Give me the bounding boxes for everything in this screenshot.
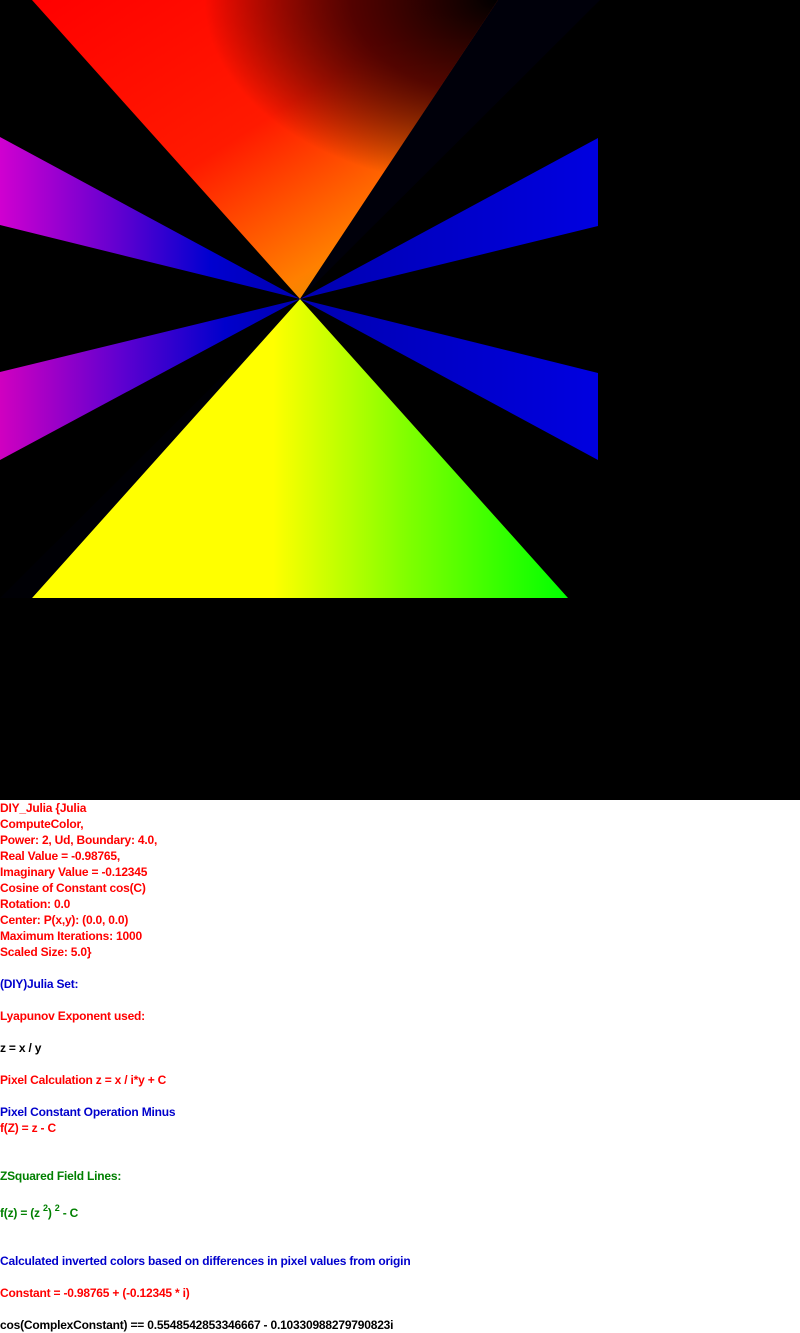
cos-constant-value: cos(ComplexConstant) == 0.55485428533466… <box>0 1318 394 1332</box>
lyapunov-label: Lyapunov Exponent used: <box>0 1009 145 1023</box>
field-lines-formula: f(z) = (z 2) 2 - C <box>0 1203 79 1221</box>
constant-value: Constant = -0.98765 + (-0.12345 * i) <box>0 1286 190 1300</box>
pixel-operation: Pixel Constant Operation Minus <box>0 1105 176 1119</box>
pixel-calculation: Pixel Calculation z = x / i*y + C <box>0 1073 167 1087</box>
settings-line-9: Maximum Iterations: 1000 <box>0 929 142 943</box>
settings-line-5: Imaginary Value = -0.12345 <box>0 865 148 879</box>
set-title: (DIY)Julia Set: <box>0 977 79 991</box>
settings-line-1: DIY_Julia {Julia <box>0 801 87 815</box>
settings-line-8: Center: P(x,y): (0.0, 0.0) <box>0 913 129 927</box>
settings-line-7: Rotation: 0.0 <box>0 897 71 911</box>
settings-line-3: Power: 2, Ud, Boundary: 4.0, <box>0 833 158 847</box>
settings-line-6: Cosine of Constant cos(C) <box>0 881 146 895</box>
f-z-formula: f(Z) = z - C <box>0 1121 56 1135</box>
settings-line-2: ComputeColor, <box>0 817 84 831</box>
fractal-canvas <box>0 0 800 800</box>
settings-line-4: Real Value = -0.98765, <box>0 849 121 863</box>
settings-line-10: Scaled Size: 5.0} <box>0 945 92 959</box>
z-formula: z = x / y <box>0 1041 42 1055</box>
field-lines-label: ZSquared Field Lines: <box>0 1169 122 1183</box>
fractal-image <box>0 0 800 800</box>
inverted-colors-note: Calculated inverted colors based on diff… <box>0 1254 411 1268</box>
info-panel: DIY_Julia {Julia ComputeColor, Power: 2,… <box>0 800 800 1333</box>
